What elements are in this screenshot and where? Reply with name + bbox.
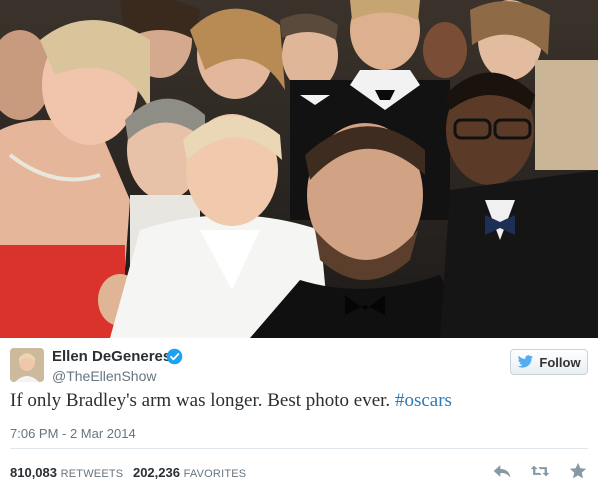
tweet-stats: 810,083 RETWEETS 202,236 FAVORITES	[10, 465, 252, 480]
group-selfie-image	[0, 0, 598, 338]
tweet-timestamp[interactable]: 7:06 PM - 2 Mar 2014	[10, 426, 136, 441]
follow-button-label: Follow	[539, 354, 581, 370]
retweet-icon[interactable]	[530, 462, 550, 480]
favorites-count[interactable]: 202,236	[133, 465, 180, 480]
author-avatar[interactable]	[10, 348, 44, 382]
tweet-text-body: If only Bradley's arm was longer. Best p…	[10, 390, 395, 411]
tweet-card: Ellen DeGeneres @TheEllenShow Follow If …	[0, 338, 598, 493]
author-handle[interactable]: @TheEllenShow	[52, 368, 157, 384]
reply-icon[interactable]	[492, 462, 512, 480]
hashtag-link[interactable]: #oscars	[395, 390, 452, 411]
tweet-text: If only Bradley's arm was longer. Best p…	[10, 390, 452, 412]
twitter-bird-icon	[518, 355, 534, 368]
follow-button[interactable]: Follow	[510, 349, 588, 375]
retweets-label[interactable]: RETWEETS	[61, 468, 124, 480]
tweet-actions	[492, 462, 588, 480]
favorites-label[interactable]: FAVORITES	[184, 468, 247, 480]
stats-divider	[10, 448, 588, 449]
retweets-count[interactable]: 810,083	[10, 465, 57, 480]
star-icon[interactable]	[568, 462, 588, 480]
tweet-photo[interactable]	[0, 0, 598, 338]
author-name[interactable]: Ellen DeGeneres	[52, 348, 171, 365]
verified-badge-icon	[166, 348, 183, 365]
